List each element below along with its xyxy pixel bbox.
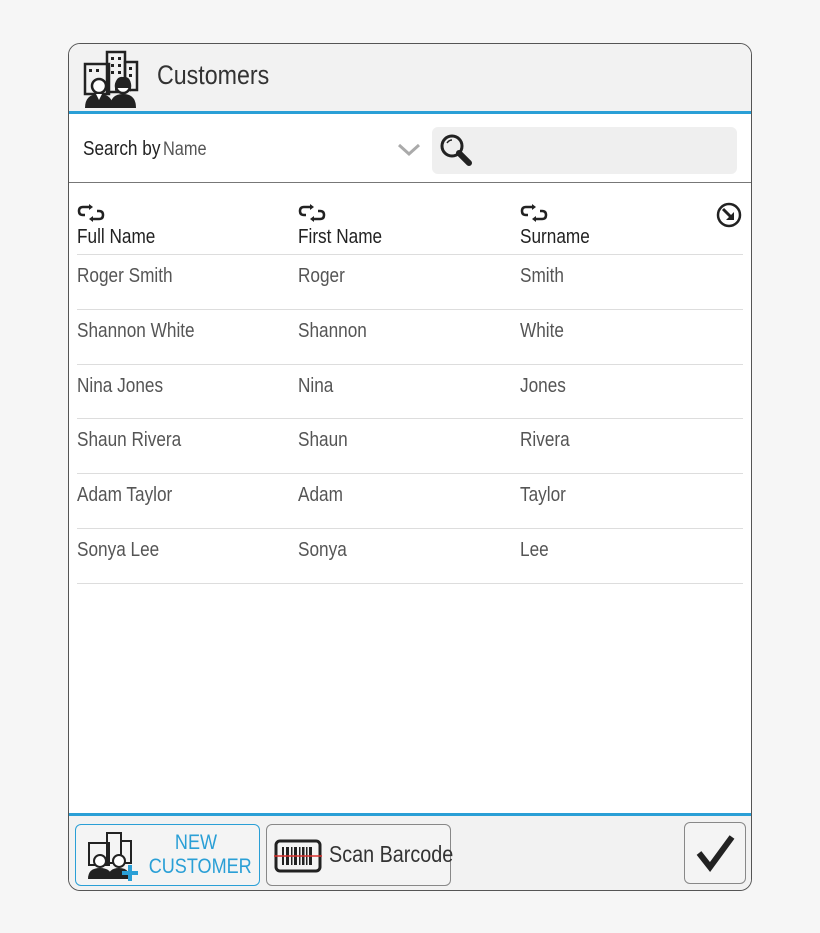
- full-name-cell: Adam Taylor: [77, 484, 173, 507]
- customer-list: Roger Smith Roger Smith Shannon White Sh…: [77, 255, 743, 584]
- column-label: Full Name: [77, 226, 156, 248]
- first-name-cell: Shaun: [298, 429, 348, 452]
- column-header-first-name[interactable]: First Name: [298, 201, 508, 255]
- table-row[interactable]: Shaun Rivera Shaun Rivera: [77, 419, 743, 475]
- scan-barcode-button[interactable]: Scan Barcode: [266, 824, 454, 886]
- new-customer-button[interactable]: NEW CUSTOMER: [75, 824, 260, 886]
- full-name-cell: Shaun Rivera: [77, 429, 182, 452]
- customers-building-icon: [83, 50, 139, 108]
- first-name-cell: Roger: [298, 265, 345, 287]
- column-label: First Name: [298, 226, 383, 248]
- search-by-label: Search by: [83, 138, 161, 160]
- table-row[interactable]: Sonya Lee Sonya Lee: [77, 529, 743, 584]
- column-header-surname[interactable]: Surname: [520, 201, 730, 255]
- sort-toggle-icon[interactable]: [298, 203, 326, 223]
- customers-window: Customers Search by Name Full Name First…: [68, 43, 752, 891]
- search-bar: Search by Name: [69, 117, 751, 183]
- reset-sort-icon[interactable]: [715, 201, 743, 229]
- window-title: Customers: [157, 60, 270, 90]
- table-header: Full Name First Name Surname: [77, 201, 743, 255]
- full-name-cell: Roger Smith: [77, 265, 173, 287]
- add-customer-icon: [88, 832, 138, 881]
- confirm-button[interactable]: [684, 822, 746, 884]
- column-header-full-name[interactable]: Full Name: [77, 201, 287, 255]
- first-name-cell: Shannon: [298, 319, 367, 342]
- chevron-down-icon[interactable]: [396, 141, 422, 159]
- full-name-cell: Sonya Lee: [77, 538, 160, 561]
- search-input[interactable]: [480, 127, 730, 174]
- footer-toolbar: NEW CUSTOMER Scan Barcode: [69, 813, 751, 890]
- surname-cell: Jones: [520, 374, 566, 397]
- full-name-cell: Shannon White: [77, 319, 195, 342]
- first-name-cell: Sonya: [298, 538, 347, 561]
- surname-cell: Rivera: [520, 429, 570, 452]
- search-icon[interactable]: [438, 132, 474, 168]
- search-field[interactable]: [432, 127, 737, 174]
- table-row[interactable]: Roger Smith Roger Smith: [77, 255, 743, 310]
- table-row[interactable]: Shannon White Shannon White: [77, 310, 743, 365]
- full-name-cell: Nina Jones: [77, 374, 164, 397]
- barcode-icon: [274, 839, 322, 873]
- surname-cell: Smith: [520, 265, 564, 287]
- new-customer-label-line1: NEW: [174, 831, 218, 854]
- sort-toggle-icon[interactable]: [77, 203, 105, 223]
- table-row[interactable]: Adam Taylor Adam Taylor: [77, 474, 743, 529]
- column-label: Surname: [520, 226, 590, 248]
- surname-cell: Taylor: [520, 484, 566, 507]
- first-name-cell: Adam: [298, 484, 343, 507]
- title-bar: Customers: [69, 44, 751, 114]
- sort-toggle-icon[interactable]: [520, 203, 548, 223]
- new-customer-label-line2: CUSTOMER: [148, 855, 252, 878]
- scan-barcode-label: Scan Barcode: [329, 841, 454, 867]
- first-name-cell: Nina: [298, 374, 334, 397]
- surname-cell: White: [520, 319, 564, 342]
- checkmark-icon: [696, 835, 735, 872]
- surname-cell: Lee: [520, 538, 549, 561]
- table-row[interactable]: Nina Jones Nina Jones: [77, 365, 743, 420]
- search-field-select[interactable]: Name: [163, 139, 207, 161]
